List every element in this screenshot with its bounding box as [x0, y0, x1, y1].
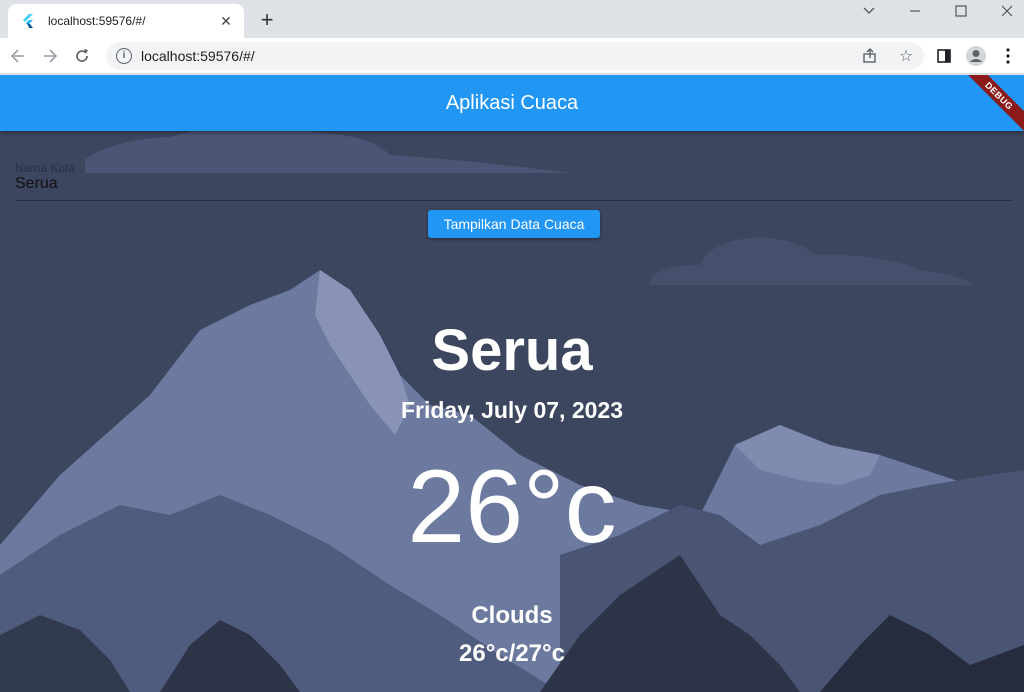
- maximize-icon[interactable]: [938, 0, 984, 22]
- weather-date: Friday, July 07, 2023: [400, 397, 624, 423]
- weather-app: Aplikasi Cuaca DEBUG Nama Kota Tampilkan…: [0, 75, 1024, 692]
- weather-city: Serua: [431, 318, 593, 383]
- city-input[interactable]: [15, 175, 1012, 193]
- browser-menu-icon[interactable]: [996, 44, 1020, 68]
- side-panel-icon[interactable]: [932, 44, 956, 68]
- browser-toolbar: i localhost:59576/#/ ☆: [0, 38, 1024, 74]
- city-field-label: Nama Kota: [15, 161, 76, 175]
- tab-search-icon[interactable]: [846, 0, 892, 22]
- share-icon[interactable]: [860, 46, 880, 66]
- address-url: localhost:59576/#/: [141, 48, 255, 64]
- reload-icon[interactable]: [70, 44, 94, 68]
- address-bar[interactable]: i localhost:59576/#/ ☆: [106, 42, 924, 70]
- app-bar: Aplikasi Cuaca: [0, 75, 1024, 131]
- app-title: Aplikasi Cuaca: [445, 91, 579, 114]
- back-icon[interactable]: [6, 44, 30, 68]
- city-field[interactable]: Nama Kota: [15, 159, 1012, 201]
- flutter-favicon-icon: [20, 13, 36, 29]
- profile-avatar-icon[interactable]: [964, 44, 988, 68]
- tab-title: localhost:59576/#/: [48, 14, 146, 28]
- weather-temperature: 26°c: [407, 449, 617, 565]
- window-close-icon[interactable]: [984, 0, 1024, 22]
- tab-close-icon[interactable]: ✕: [218, 13, 234, 29]
- show-weather-button[interactable]: Tampilkan Data Cuaca: [428, 210, 600, 238]
- minimize-icon[interactable]: [892, 0, 938, 22]
- bookmark-star-icon[interactable]: ☆: [896, 46, 916, 66]
- weather-min-max: 26°c/27°c: [459, 640, 565, 667]
- new-tab-icon[interactable]: +: [254, 8, 280, 34]
- weather-condition: Clouds: [471, 602, 553, 629]
- site-info-icon[interactable]: i: [116, 48, 132, 64]
- forward-icon[interactable]: [38, 44, 62, 68]
- browser-tabstrip: localhost:59576/#/ ✕ +: [0, 0, 1024, 38]
- browser-tab[interactable]: localhost:59576/#/ ✕: [8, 4, 244, 38]
